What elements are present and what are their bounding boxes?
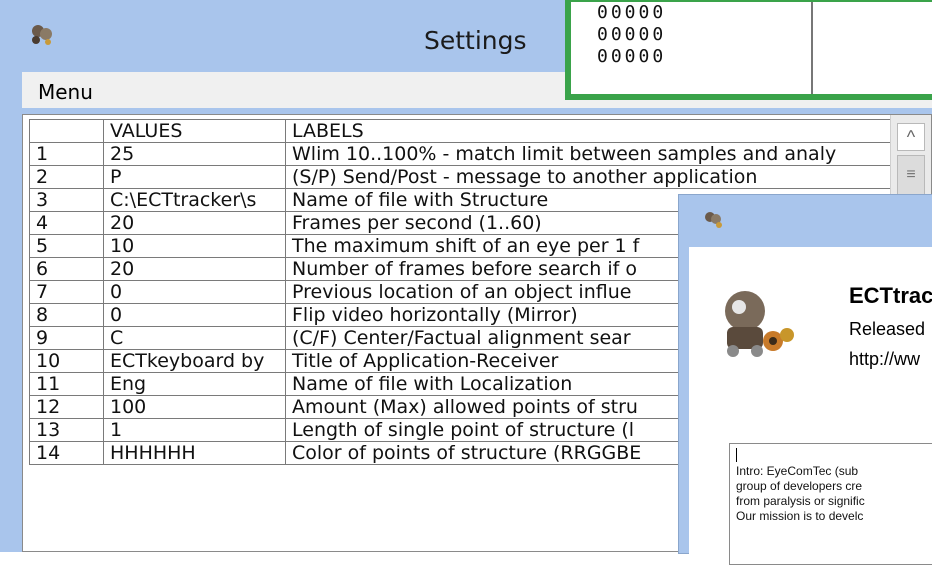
row-number-cell: 5 [29, 234, 104, 258]
output-line: 00000 [597, 46, 667, 67]
row-number-cell: 12 [29, 395, 104, 419]
release-info: Released [849, 319, 926, 339]
about-body: ECTtrac Released http://ww Intro: EyeCom… [689, 247, 932, 565]
row-number-cell: 11 [29, 372, 104, 396]
value-cell[interactable]: 25 [103, 142, 286, 166]
intro-line: Intro: EyeComTec (sub [736, 464, 859, 478]
row-number-cell: 13 [29, 418, 104, 442]
value-cell[interactable]: Eng [103, 372, 286, 396]
value-cell[interactable]: 10 [103, 234, 286, 258]
row-number-cell: 3 [29, 188, 104, 212]
row-number-cell: 6 [29, 257, 104, 281]
about-window: ECTtrac Released http://ww Intro: EyeCom… [678, 194, 932, 565]
row-number-cell: 10 [29, 349, 104, 373]
row-number-cell: 1 [29, 142, 104, 166]
column-header[interactable]: LABELS [285, 119, 892, 143]
table-row[interactable]: 2 P (S/P) Send/Post - message to another a… [29, 165, 892, 189]
table-header-row: VALUES LABELS [29, 119, 892, 143]
value-cell[interactable]: 0 [103, 280, 286, 304]
label-cell: (S/P) Send/Post - message to another app… [285, 165, 892, 189]
value-cell[interactable]: ECTkeyboard by [103, 349, 286, 373]
label-cell: Wlim 10..100% - match limit between samp… [285, 142, 892, 166]
menu-item[interactable]: Menu [38, 80, 93, 104]
about-robot-icon [705, 212, 722, 228]
scroll-thumb[interactable]: ≡ [897, 155, 925, 195]
divider [811, 2, 813, 94]
intro-textbox[interactable]: Intro: EyeComTec (sub group of developer… [729, 443, 932, 565]
scroll-up-icon[interactable]: ^ [897, 123, 925, 151]
row-number-cell: 9 [29, 326, 104, 350]
app-robot-icon [32, 25, 52, 45]
intro-line: from paralysis or signific [736, 494, 865, 508]
value-cell[interactable]: P [103, 165, 286, 189]
text-caret [736, 448, 737, 462]
row-number-cell: 8 [29, 303, 104, 327]
value-cell[interactable]: C:\ECTtracker\s [103, 188, 286, 212]
intro-line: group of developers cre [736, 479, 863, 493]
row-number-cell: 2 [29, 165, 104, 189]
value-cell[interactable]: 100 [103, 395, 286, 419]
row-number-cell: 4 [29, 211, 104, 235]
robot-logo-icon [725, 291, 794, 357]
table-row[interactable]: 1 25 Wlim 10..100% - match limit between s… [29, 142, 892, 166]
value-cell[interactable]: HHHHHH [103, 441, 286, 465]
column-header[interactable]: VALUES [103, 119, 286, 143]
value-cell[interactable]: 20 [103, 211, 286, 235]
about-title: ECTtrac [849, 283, 932, 308]
output-line: 00000 [597, 2, 667, 23]
intro-line: Our mission is to develc [736, 509, 864, 523]
value-cell[interactable]: 20 [103, 257, 286, 281]
green-output-window: 00000 00000 00000 [565, 0, 932, 100]
website-link[interactable]: http://ww [849, 349, 920, 370]
value-cell[interactable]: 1 [103, 418, 286, 442]
value-cell[interactable]: C [103, 326, 286, 350]
window-title: Settings [424, 26, 527, 55]
value-cell[interactable]: 0 [103, 303, 286, 327]
output-line: 00000 [597, 24, 667, 45]
column-header[interactable] [29, 119, 104, 143]
row-number-cell: 7 [29, 280, 104, 304]
row-number-cell: 14 [29, 441, 104, 465]
output-lines: 00000 00000 00000 [597, 2, 666, 68]
